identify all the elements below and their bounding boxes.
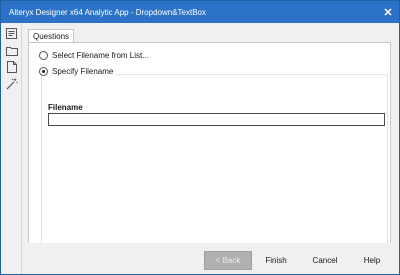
app-window: Alteryx Designer x64 Analytic App - Drop… xyxy=(0,0,400,275)
questions-panel: Select Filename from List... Specify Fil… xyxy=(28,42,391,260)
select-from-list-label: Select Filename from List... xyxy=(52,51,149,60)
wand-icon[interactable] xyxy=(5,77,18,90)
title-bar: Alteryx Designer x64 Analytic App - Drop… xyxy=(1,1,399,23)
cancel-button-label: Cancel xyxy=(312,256,338,265)
close-icon[interactable]: ✕ xyxy=(377,1,399,23)
specify-filename-label: Specify Filename xyxy=(52,67,114,76)
specify-filename-option[interactable]: Specify Filename xyxy=(39,67,116,76)
tab-questions[interactable]: Questions xyxy=(28,29,75,43)
select-from-list-radio[interactable] xyxy=(39,51,48,60)
tab-questions-label: Questions xyxy=(33,32,70,41)
left-toolbar xyxy=(1,23,22,274)
open-folder-icon[interactable] xyxy=(5,44,18,57)
help-button-label: Help xyxy=(363,256,381,265)
window-title: Alteryx Designer x64 Analytic App - Drop… xyxy=(9,7,206,17)
main-content: Questions Select Filename from List... S… xyxy=(23,23,399,260)
finish-button[interactable]: Finish xyxy=(253,251,299,270)
back-button-label: < Back xyxy=(215,256,241,265)
help-button[interactable]: Help xyxy=(350,251,394,270)
select-from-list-option[interactable]: Select Filename from List... xyxy=(39,51,149,60)
footer-buttons: < Back Finish Cancel Help xyxy=(23,243,399,274)
filename-input[interactable] xyxy=(48,113,385,126)
specify-filename-radio[interactable] xyxy=(39,67,48,76)
cancel-button[interactable]: Cancel xyxy=(302,251,348,270)
questions-icon[interactable] xyxy=(5,27,18,40)
document-icon[interactable] xyxy=(5,60,18,73)
back-button[interactable]: < Back xyxy=(204,251,252,270)
finish-button-label: Finish xyxy=(265,256,287,265)
filename-label: Filename xyxy=(48,103,83,112)
specify-filename-group xyxy=(41,74,388,254)
